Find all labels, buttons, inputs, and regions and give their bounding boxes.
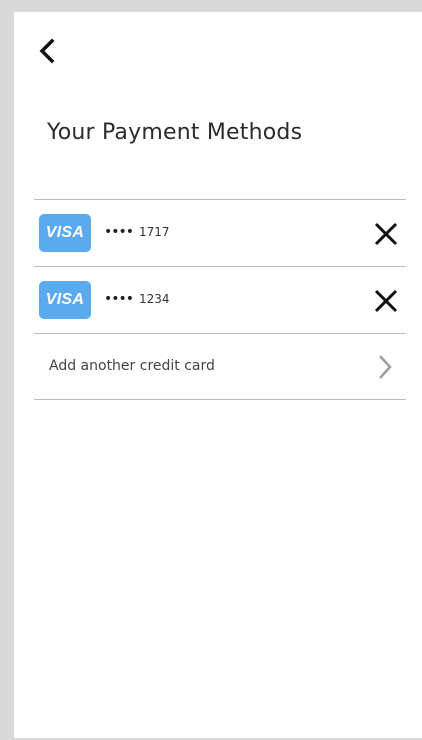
close-icon xyxy=(374,289,398,313)
remove-card-button[interactable] xyxy=(372,220,400,248)
remove-card-button[interactable] xyxy=(372,287,400,315)
card-row: VISA •••• 1234 xyxy=(34,267,406,334)
visa-logo-icon: VISA xyxy=(39,281,91,319)
masked-dots: •••• xyxy=(104,224,134,240)
add-credit-card-button[interactable]: Add another credit card xyxy=(34,334,406,400)
card-number: •••• 1234 xyxy=(104,291,170,307)
page-title: Your Payment Methods xyxy=(47,120,303,145)
device-frame: Your Payment Methods VISA •••• 1717 VISA xyxy=(0,0,422,740)
card-row: VISA •••• 1717 xyxy=(34,200,406,267)
card-last4: 1717 xyxy=(139,225,170,239)
close-icon xyxy=(374,222,398,246)
card-last4: 1234 xyxy=(139,292,170,306)
payment-methods-list: VISA •••• 1717 VISA •••• 1234 Add anothe… xyxy=(34,199,406,400)
masked-dots: •••• xyxy=(104,291,134,307)
visa-logo-icon: VISA xyxy=(39,214,91,252)
payment-methods-screen: Your Payment Methods VISA •••• 1717 VISA xyxy=(14,12,422,738)
back-button[interactable] xyxy=(36,34,66,68)
chevron-right-icon xyxy=(379,355,392,379)
chevron-left-icon xyxy=(39,38,55,64)
add-credit-card-label: Add another credit card xyxy=(49,358,215,374)
card-number: •••• 1717 xyxy=(104,224,170,240)
